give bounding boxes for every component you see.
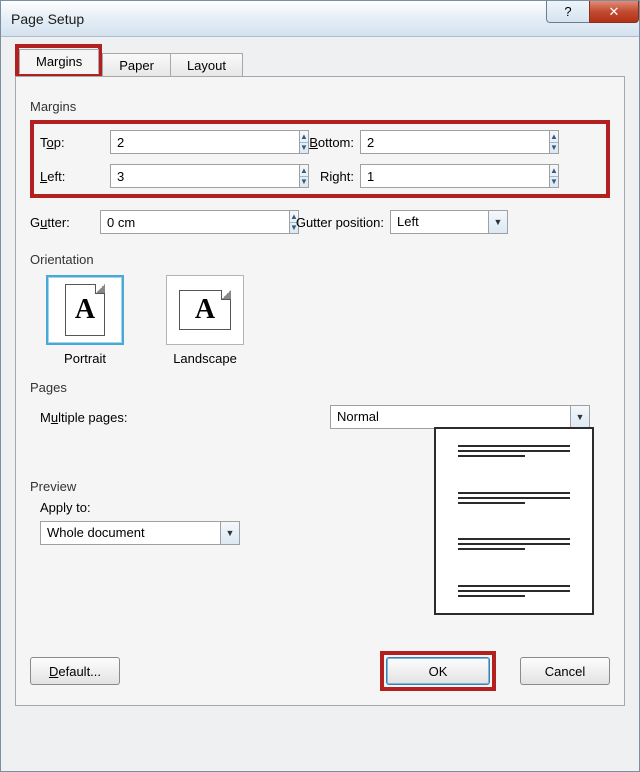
bottom-input[interactable]: [360, 130, 549, 154]
margins-group-label: Margins: [30, 99, 610, 114]
apply-to-value: Whole document: [40, 521, 220, 545]
landscape-preview: A: [166, 275, 244, 345]
help-icon: ?: [564, 4, 571, 19]
pages-group-label: Pages: [30, 380, 610, 395]
tab-margins[interactable]: Margins: [19, 49, 99, 74]
multiple-pages-combo[interactable]: Normal ▼: [330, 405, 590, 429]
default-button[interactable]: Default...: [30, 657, 120, 685]
titlebar[interactable]: Page Setup ? ✕: [1, 1, 639, 37]
highlight-margins-tab: Margins: [15, 44, 102, 77]
top-label: Top:: [40, 135, 110, 150]
gutter-pos-label: Gutter position:: [260, 215, 390, 230]
portrait-label: Portrait: [40, 351, 130, 366]
page-setup-dialog: Page Setup ? ✕ Margins Paper Layout Marg…: [0, 0, 640, 772]
chevron-down-icon[interactable]: ▼: [570, 405, 590, 429]
spin-down-icon[interactable]: ▼: [550, 143, 558, 154]
chevron-down-icon[interactable]: ▼: [220, 521, 240, 545]
orientation-landscape[interactable]: A Landscape: [160, 275, 250, 366]
cancel-button[interactable]: Cancel: [520, 657, 610, 685]
spin-up-icon[interactable]: ▲: [550, 165, 558, 177]
help-button[interactable]: ?: [546, 1, 590, 23]
spin-up-icon[interactable]: ▲: [550, 131, 558, 143]
gutter-label: Gutter:: [30, 215, 100, 230]
tab-panel: Margins Top: ▲▼ Bottom: ▲▼ Left:: [15, 76, 625, 706]
right-spin-buttons[interactable]: ▲▼: [549, 164, 559, 188]
orientation-portrait[interactable]: A Portrait: [40, 275, 130, 366]
close-button[interactable]: ✕: [589, 1, 639, 23]
preview-page-icon: [434, 427, 594, 615]
right-spinner[interactable]: ▲▼: [360, 164, 478, 188]
gutter-pos-value: Left: [390, 210, 488, 234]
close-icon: ✕: [609, 4, 620, 20]
tab-paper[interactable]: Paper: [102, 53, 171, 78]
multiple-pages-value: Normal: [330, 405, 570, 429]
gutter-pos-combo[interactable]: Left ▼: [390, 210, 508, 234]
right-input[interactable]: [360, 164, 549, 188]
chevron-down-icon[interactable]: ▼: [488, 210, 508, 234]
highlight-margins-inputs: Top: ▲▼ Bottom: ▲▼ Left: ▲▼: [30, 120, 610, 198]
bottom-spin-buttons[interactable]: ▲▼: [549, 130, 559, 154]
tab-layout[interactable]: Layout: [170, 53, 243, 78]
gutter-spinner[interactable]: ▲▼: [100, 210, 218, 234]
orientation-group-label: Orientation: [30, 252, 610, 267]
apply-to-combo[interactable]: Whole document ▼: [40, 521, 240, 545]
portrait-preview: A: [46, 275, 124, 345]
highlight-ok-button: OK: [380, 651, 496, 691]
landscape-page-icon: A: [179, 290, 231, 330]
portrait-page-icon: A: [65, 284, 105, 336]
left-spinner[interactable]: ▲▼: [110, 164, 228, 188]
right-label: Right:: [270, 169, 360, 184]
left-label: Left:: [40, 169, 110, 184]
top-spinner[interactable]: ▲▼: [110, 130, 228, 154]
ok-button[interactable]: OK: [386, 657, 490, 685]
bottom-spinner[interactable]: ▲▼: [360, 130, 478, 154]
landscape-label: Landscape: [160, 351, 250, 366]
spin-down-icon[interactable]: ▼: [550, 177, 558, 188]
multiple-pages-label: Multiple pages:: [30, 410, 330, 425]
tab-strip: Margins Paper Layout: [15, 49, 625, 77]
window-title: Page Setup: [11, 11, 84, 27]
bottom-label: Bottom:: [270, 135, 360, 150]
